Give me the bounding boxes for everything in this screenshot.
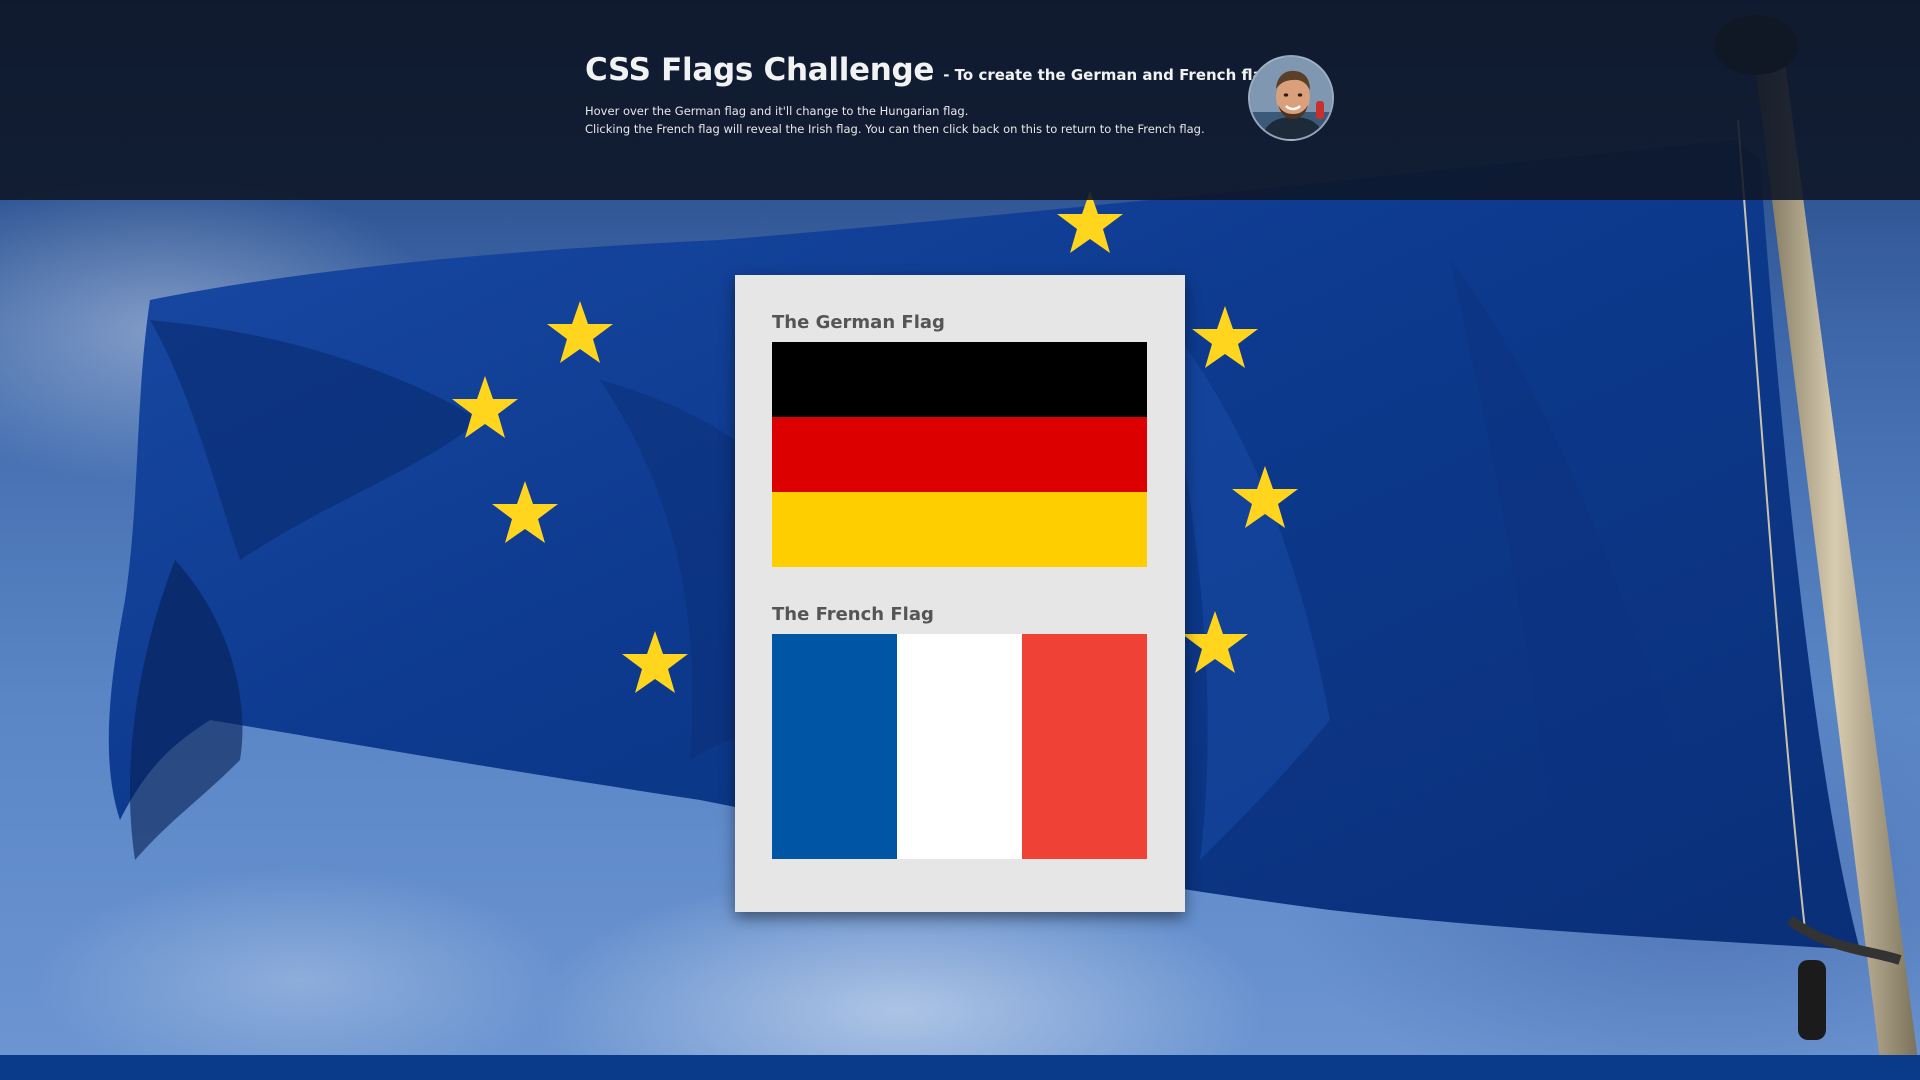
instruction-hover: Hover over the German flag and it'll cha… bbox=[585, 104, 969, 118]
page-subtitle: - To create the German and French flags. bbox=[943, 66, 1289, 84]
page: CSS Flags Challenge - To create the Germ… bbox=[0, 0, 1920, 1080]
german-stripe-gold bbox=[772, 492, 1147, 567]
instruction-click: Clicking the French flag will reveal the… bbox=[585, 122, 1205, 136]
german-stripe-red bbox=[772, 417, 1147, 492]
french-stripe-blue bbox=[772, 634, 897, 859]
person-photo-icon bbox=[1250, 57, 1332, 139]
page-title: CSS Flags Challenge bbox=[585, 52, 935, 88]
german-flag[interactable] bbox=[772, 342, 1147, 567]
french-flag[interactable] bbox=[772, 634, 1147, 859]
page-header: CSS Flags Challenge - To create the Germ… bbox=[0, 0, 1920, 200]
instructions: Hover over the German flag and it'll cha… bbox=[585, 102, 1245, 138]
avatar[interactable] bbox=[1248, 55, 1334, 141]
german-flag-title: The German Flag bbox=[772, 312, 945, 333]
french-flag-title: The French Flag bbox=[772, 604, 934, 625]
french-stripe-white bbox=[897, 634, 1022, 859]
title-line: CSS Flags Challenge - To create the Germ… bbox=[585, 52, 1288, 88]
french-stripe-red bbox=[1022, 634, 1147, 859]
header-text-block: CSS Flags Challenge - To create the Germ… bbox=[585, 52, 1288, 138]
flags-card: The German Flag The French Flag bbox=[735, 275, 1185, 912]
footer-bar bbox=[0, 1055, 1920, 1080]
german-stripe-black bbox=[772, 342, 1147, 417]
